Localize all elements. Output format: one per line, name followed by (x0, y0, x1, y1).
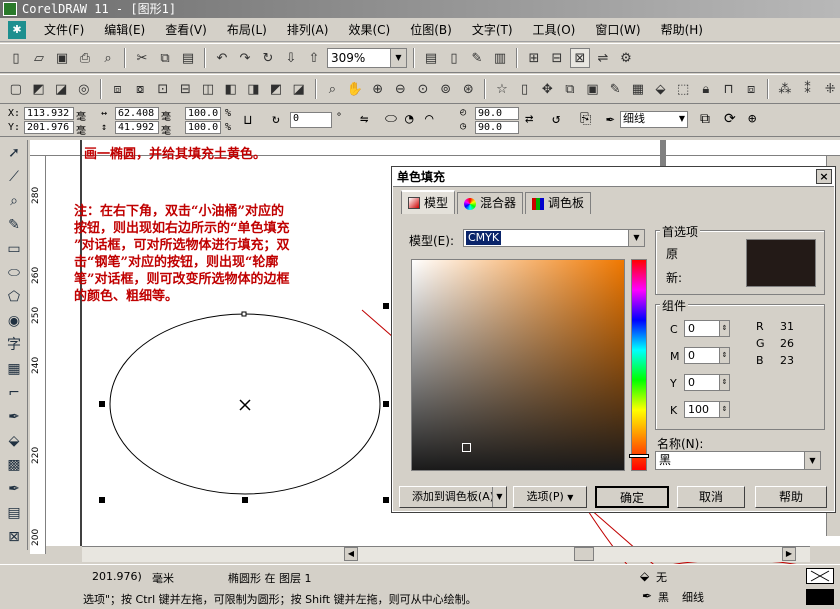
ok-label: 确定 (619, 491, 644, 505)
reference-group: 首选项 原 新: (655, 223, 825, 295)
mixer-icon (464, 197, 477, 210)
color-name-value: 黑 (659, 453, 672, 467)
center-marker (239, 399, 251, 411)
spin-arrows-icon[interactable]: ⇕ (719, 375, 729, 390)
node-handle[interactable] (241, 311, 247, 317)
status-object-info: 椭圆形 在 图层 1 (228, 572, 312, 585)
model-value: CMYK (466, 231, 502, 245)
magenta-value: 0 (688, 349, 695, 362)
cyan-field[interactable]: 0 ⇕ (684, 320, 730, 337)
hue-slider[interactable] (629, 259, 649, 471)
black-field[interactable]: 100 ⇕ (684, 401, 730, 418)
dialog-title: 单色填充 (397, 170, 446, 184)
red-label: R (756, 320, 764, 333)
uniform-fill-dialog: 单色填充 × 模型 混合器 调色板 模型(E): CMYK ▼ 首选项 原 新: (391, 166, 836, 513)
yellow-label: Y (670, 377, 677, 390)
dialog-title-bar: 单色填充 × (393, 168, 834, 187)
scroll-thumb[interactable] (574, 547, 594, 561)
components-group: 组件 C 0 ⇕ M 0 ⇕ Y 0 ⇕ K 100 ⇕ R 31 G 26 B 23 (655, 297, 825, 430)
selection-handle[interactable] (242, 497, 248, 503)
cancel-label: 取消 (698, 490, 723, 504)
black-label: K (670, 404, 678, 417)
chevron-down-icon: ▼ (567, 493, 574, 502)
dialog-tabs: 模型 混合器 调色板 (401, 190, 593, 214)
status-bar: 201.976) 毫米 椭圆形 在 图层 1 选项"；按 Ctrl 键并左拖，可… (0, 564, 840, 609)
color-name-select[interactable]: 黑 ▼ (655, 451, 821, 470)
black-value: 100 (688, 403, 709, 416)
tab-label: 调色板 (548, 196, 585, 210)
green-label: G (756, 337, 765, 350)
spin-arrows-icon[interactable]: ⇕ (719, 348, 729, 363)
outline-color-label: 黑 (658, 591, 669, 604)
outline-swatch[interactable] (806, 589, 834, 605)
help-label: 帮助 (778, 490, 803, 504)
pen-nib-icon[interactable]: ✒ (642, 589, 652, 603)
close-icon[interactable]: × (816, 169, 832, 184)
scroll-right-icon[interactable]: ▶ (782, 547, 796, 561)
outline-width-label: 细线 (682, 591, 704, 604)
cyan-label: C (670, 323, 678, 336)
magenta-label: M (670, 350, 680, 363)
help-button[interactable]: 帮助 (755, 486, 827, 508)
cyan-value: 0 (688, 322, 695, 335)
new-label: 新: (666, 271, 683, 285)
green-value: 26 (780, 337, 794, 350)
red-value: 31 (780, 320, 794, 333)
horizontal-scrollbar[interactable]: ◀ ▶ (82, 546, 810, 562)
model-label: 模型(E): (409, 234, 454, 248)
model-icon (408, 197, 420, 209)
options-button[interactable]: 选项(P) ▼ (513, 486, 587, 508)
original-label: 原 (666, 247, 679, 261)
palette-icon (532, 197, 545, 210)
none-x-icon (810, 570, 830, 582)
selection-handle[interactable] (383, 497, 389, 503)
color-swatch (746, 239, 816, 287)
yellow-field[interactable]: 0 ⇕ (684, 374, 730, 391)
reference-legend: 首选项 (660, 223, 701, 240)
chevron-down-icon[interactable]: ▼ (492, 487, 506, 507)
selection-handle[interactable] (383, 401, 389, 407)
selection-handle[interactable] (99, 497, 105, 503)
color-picker-marker[interactable] (462, 443, 471, 452)
spin-arrows-icon[interactable]: ⇕ (719, 402, 729, 417)
status-unit: 毫米 (152, 572, 174, 585)
fill-bucket-icon[interactable]: ⬙ (640, 569, 649, 583)
components-legend: 组件 (660, 297, 689, 314)
fill-status-label: 无 (656, 571, 667, 584)
tab-label: 模型 (424, 195, 449, 210)
scroll-left-icon[interactable]: ◀ (344, 547, 358, 561)
selection-handle[interactable] (99, 401, 105, 407)
tab-label: 混合器 (480, 196, 517, 210)
selection-handle[interactable] (383, 303, 389, 309)
blue-value: 23 (780, 354, 794, 367)
chevron-down-icon[interactable]: ▼ (804, 452, 820, 469)
ok-button[interactable]: 确定 (595, 486, 669, 508)
add-to-palette-label: 添加到调色板(A) (411, 490, 495, 503)
color-field[interactable] (411, 259, 625, 471)
status-coordinates: 201.976) (92, 570, 142, 583)
add-to-palette-button[interactable]: 添加到调色板(A) ▼ (399, 486, 507, 508)
chevron-down-icon[interactable]: ▼ (628, 230, 644, 246)
model-select[interactable]: CMYK ▼ (463, 229, 645, 247)
tab-mixer[interactable]: 混合器 (457, 192, 524, 214)
options-label: 选项(P) (526, 490, 564, 503)
magenta-field[interactable]: 0 ⇕ (684, 347, 730, 364)
hue-slider-handle[interactable] (629, 454, 649, 458)
blue-label: B (756, 354, 764, 367)
cancel-button[interactable]: 取消 (677, 486, 745, 508)
fill-swatch-none[interactable] (806, 568, 834, 584)
tab-palette[interactable]: 调色板 (525, 192, 592, 214)
tab-model[interactable]: 模型 (401, 190, 456, 214)
name-label: 名称(N): (657, 437, 704, 451)
yellow-value: 0 (688, 376, 695, 389)
spin-arrows-icon[interactable]: ⇕ (719, 321, 729, 336)
status-hint: 选项"；按 Ctrl 键并左拖，可限制为圆形；按 Shift 键并左拖，则可从中… (83, 593, 477, 606)
